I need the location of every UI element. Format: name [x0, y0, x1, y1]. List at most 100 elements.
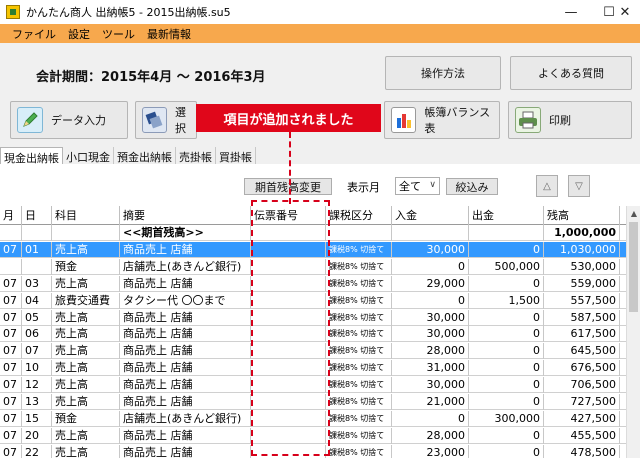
row-income[interactable]: 23,000 — [392, 444, 469, 458]
row-day[interactable]: 12 — [22, 377, 52, 394]
table-row[interactable]: 07 12 売上高 商品売上 店舗 課税8% 切捨て 30,000 0 706,500 — [0, 377, 626, 394]
row-slip-number[interactable] — [251, 444, 326, 458]
row-expense[interactable]: 300,000 — [469, 410, 544, 427]
month-select[interactable]: 全て ∨ — [395, 177, 440, 195]
row-month[interactable]: 07 — [0, 360, 22, 377]
opening-balance-button[interactable]: 期首残高変更 — [244, 178, 332, 195]
print-button[interactable]: 印刷 — [508, 101, 632, 139]
row-expense[interactable]: 0 — [469, 309, 544, 326]
row-day[interactable] — [22, 225, 52, 241]
row-description[interactable]: 商品売上 店舗 — [120, 326, 251, 343]
row-month[interactable] — [0, 225, 22, 241]
data-entry-button[interactable]: データ入力 — [10, 101, 128, 139]
tab-cash-book[interactable]: 現金出納帳 — [0, 147, 63, 165]
row-expense[interactable]: 0 — [469, 377, 544, 394]
row-tax-category[interactable]: 課税8% 切捨て — [326, 275, 392, 292]
row-description[interactable]: 商品売上 店舗 — [120, 394, 251, 410]
row-income[interactable]: 29,000 — [392, 275, 469, 292]
table-row[interactable]: 07 01 売上高 商品売上 店舗 課税8% 切捨て 30,000 0 1,030,000 — [0, 241, 626, 258]
row-description[interactable]: 商品売上 店舗 — [120, 377, 251, 394]
row-tax-category[interactable]: 課税8% 切捨て — [326, 241, 392, 258]
row-month[interactable]: 07 — [0, 377, 22, 394]
row-tax-category[interactable]: 課税8% 切捨て — [326, 343, 392, 360]
row-slip-number[interactable] — [251, 427, 326, 444]
row-slip-number[interactable] — [251, 394, 326, 410]
move-up-button[interactable]: △ — [536, 175, 558, 197]
row-tax-category[interactable]: 課税8% 切捨て — [326, 326, 392, 343]
row-balance[interactable]: 727,500 — [544, 394, 620, 410]
row-balance[interactable]: 617,500 — [544, 326, 620, 343]
row-expense[interactable]: 0 — [469, 427, 544, 444]
tab-petty-cash[interactable]: 小口現金 — [63, 147, 114, 164]
row-account[interactable]: 売上高 — [52, 343, 120, 360]
row-day[interactable]: 05 — [22, 309, 52, 326]
row-description[interactable]: 商品売上 店舗 — [120, 309, 251, 326]
row-tax-category[interactable]: 課税8% 切捨て — [326, 427, 392, 444]
table-row[interactable]: 07 05 売上高 商品売上 店舗 課税8% 切捨て 30,000 0 587,500 — [0, 309, 626, 326]
row-balance[interactable]: 645,500 — [544, 343, 620, 360]
table-row[interactable]: 07 20 売上高 商品売上 店舗 課税8% 切捨て 28,000 0 455,500 — [0, 427, 626, 444]
table-row[interactable]: 07 10 売上高 商品売上 店舗 課税8% 切捨て 31,000 0 676,500 — [0, 360, 626, 377]
row-slip-number[interactable] — [251, 241, 326, 258]
row-description[interactable]: 商品売上 店舗 — [120, 275, 251, 292]
row-balance[interactable]: 676,500 — [544, 360, 620, 377]
row-description[interactable]: タクシー代 〇〇まで — [120, 292, 251, 309]
tab-payables[interactable]: 買掛帳 — [216, 147, 256, 164]
row-account[interactable]: 売上高 — [52, 241, 120, 258]
row-tax-category[interactable]: 課税8% 切捨て — [326, 377, 392, 394]
row-slip-number[interactable] — [251, 360, 326, 377]
menu-file[interactable]: ファイル — [12, 26, 56, 42]
row-balance[interactable]: 427,500 — [544, 410, 620, 427]
row-day[interactable]: 10 — [22, 360, 52, 377]
row-tax-category[interactable]: 課税8% 切捨て — [326, 444, 392, 458]
row-description[interactable]: 商品売上 店舗 — [120, 444, 251, 458]
row-day[interactable]: 04 — [22, 292, 52, 309]
row-slip-number[interactable] — [251, 377, 326, 394]
row-account[interactable]: 売上高 — [52, 275, 120, 292]
tab-receivables[interactable]: 売掛帳 — [176, 147, 216, 164]
row-tax-category[interactable]: 課税8% 切捨て — [326, 394, 392, 410]
row-income[interactable]: 21,000 — [392, 394, 469, 410]
vertical-scrollbar[interactable]: ▲ — [626, 206, 640, 458]
row-description[interactable]: <<期首残高>> — [120, 225, 251, 241]
row-expense[interactable]: 0 — [469, 275, 544, 292]
row-day[interactable]: 07 — [22, 343, 52, 360]
row-income[interactable]: 30,000 — [392, 377, 469, 394]
row-account[interactable]: 売上高 — [52, 377, 120, 394]
row-tax-category[interactable] — [326, 225, 392, 241]
row-expense[interactable]: 0 — [469, 241, 544, 258]
row-slip-number[interactable] — [251, 309, 326, 326]
row-expense[interactable]: 1,500 — [469, 292, 544, 309]
row-day[interactable]: 22 — [22, 444, 52, 458]
row-tax-category[interactable]: 課税8% 切捨て — [326, 258, 392, 275]
table-row[interactable]: 預金 店舗売上(あきんど銀行) 課税8% 切捨て 0 500,000 530,000 — [0, 258, 626, 275]
row-account[interactable]: 売上高 — [52, 360, 120, 377]
row-month[interactable] — [0, 258, 22, 275]
row-expense[interactable]: 500,000 — [469, 258, 544, 275]
balance-sheet-button[interactable]: 帳簿バランス表 — [384, 101, 500, 139]
move-down-button[interactable]: ▽ — [568, 175, 590, 197]
menu-news[interactable]: 最新情報 — [147, 26, 191, 42]
row-month[interactable]: 07 — [0, 444, 22, 458]
table-row[interactable]: <<期首残高>> 1,000,000 — [0, 225, 626, 241]
row-balance[interactable]: 1,000,000 — [544, 225, 620, 241]
row-slip-number[interactable] — [251, 326, 326, 343]
row-description[interactable]: 商品売上 店舗 — [120, 343, 251, 360]
row-expense[interactable]: 0 — [469, 444, 544, 458]
row-slip-number[interactable] — [251, 343, 326, 360]
table-row[interactable]: 07 06 売上高 商品売上 店舗 課税8% 切捨て 30,000 0 617,500 — [0, 326, 626, 343]
row-balance[interactable]: 478,500 — [544, 444, 620, 458]
table-row[interactable]: 07 03 売上高 商品売上 店舗 課税8% 切捨て 29,000 0 559,000 — [0, 275, 626, 292]
row-description[interactable]: 商品売上 店舗 — [120, 360, 251, 377]
row-balance[interactable]: 706,500 — [544, 377, 620, 394]
row-day[interactable] — [22, 258, 52, 275]
row-month[interactable]: 07 — [0, 326, 22, 343]
close-button[interactable]: ✕ — [610, 0, 640, 24]
row-income[interactable]: 28,000 — [392, 427, 469, 444]
menu-settings[interactable]: 設定 — [68, 26, 90, 42]
menu-tools[interactable]: ツール — [102, 26, 135, 42]
row-account[interactable]: 売上高 — [52, 394, 120, 410]
row-tax-category[interactable]: 課税8% 切捨て — [326, 309, 392, 326]
row-month[interactable]: 07 — [0, 394, 22, 410]
row-balance[interactable]: 1,030,000 — [544, 241, 620, 258]
